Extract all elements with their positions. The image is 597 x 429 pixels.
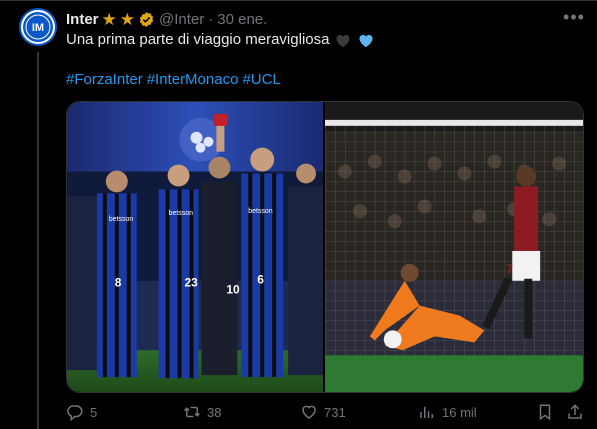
board-text: betsson <box>109 216 134 223</box>
verified-badge-icon <box>138 11 155 28</box>
shirt-number: 23 <box>185 276 199 290</box>
star-icon: ★ <box>119 9 136 29</box>
media-gallery: betsson betsson betsson 8 23 10 6 7 <box>66 101 584 393</box>
tweet-header: Inter ★ ★ @Inter · 30 ene. <box>66 9 267 29</box>
tweet-date[interactable]: 30 ene. <box>217 11 267 28</box>
account-name[interactable]: Inter <box>66 11 99 28</box>
photo-goalkeeper-save[interactable]: 7 <box>325 102 583 392</box>
shirt-number: 6 <box>257 273 264 287</box>
board-text: betsson <box>248 208 273 215</box>
board-text: betsson <box>169 210 194 217</box>
photo-team-celebration[interactable]: betsson betsson betsson 8 23 10 6 <box>67 102 323 392</box>
repost-icon <box>183 406 201 418</box>
tweet-text: Una prima parte di viaggio meravigliosa <box>66 31 375 48</box>
top-divider <box>0 0 597 1</box>
like-icon <box>302 405 316 419</box>
star-icon: ★ <box>101 9 117 29</box>
hashtag-link[interactable]: #InterMonaco <box>147 71 239 88</box>
bookmark-button[interactable] <box>536 403 560 421</box>
views-icon <box>420 406 433 418</box>
more-icon[interactable]: ••• <box>560 8 588 30</box>
like-button[interactable]: 731 <box>300 403 346 421</box>
blue-heart-icon <box>357 32 375 48</box>
bookmark-icon <box>539 404 551 421</box>
separator-dot: · <box>208 10 214 28</box>
like-count: 731 <box>324 404 346 420</box>
tweet-body: Una prima parte di viaggio meravigliosa <box>66 31 330 48</box>
repost-button[interactable]: 38 <box>183 403 221 421</box>
inter-logo-icon: IM <box>21 10 55 44</box>
hashtag-link[interactable]: #ForzaInter <box>66 71 143 88</box>
thread-line <box>37 52 39 429</box>
hashtag-link[interactable]: #UCL <box>242 71 280 88</box>
share-button[interactable] <box>566 403 590 421</box>
account-handle[interactable]: @Inter <box>159 11 204 28</box>
action-bar: 5 38 731 16 mil <box>66 403 586 425</box>
svg-text:IM: IM <box>32 22 44 34</box>
reply-icon <box>67 405 83 421</box>
shirt-number: 10 <box>226 283 240 297</box>
shirt-number: 7 <box>506 262 513 276</box>
avatar[interactable]: IM <box>19 8 57 46</box>
shirt-number: 8 <box>115 276 122 290</box>
hashtags: #ForzaInter #InterMonaco #UCL <box>66 71 285 88</box>
black-heart-icon <box>334 32 352 48</box>
reply-button[interactable]: 5 <box>66 403 97 421</box>
share-icon <box>568 404 582 419</box>
views-count: 16 mil <box>442 404 477 420</box>
views-button[interactable]: 16 mil <box>418 403 477 421</box>
reply-count: 5 <box>90 404 98 420</box>
repost-count: 38 <box>207 404 222 420</box>
